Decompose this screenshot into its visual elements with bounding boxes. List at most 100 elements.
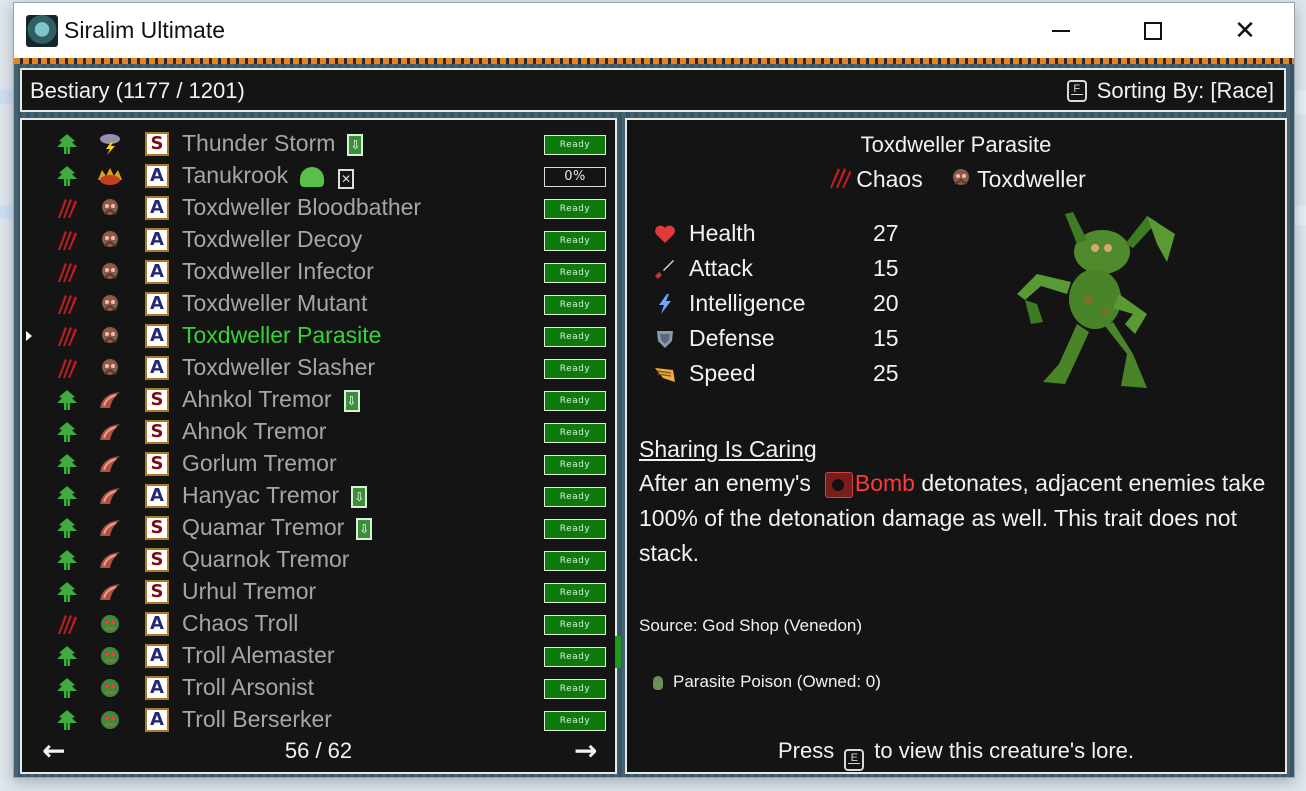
nature-element-icon <box>56 165 78 187</box>
creature-name-label: Troll Berserker <box>182 706 332 733</box>
status-badge: Ready <box>544 615 606 635</box>
race-label: Toxdweller <box>977 166 1086 193</box>
chaos-element-icon <box>56 357 78 379</box>
toxdweller-race-icon <box>96 196 124 220</box>
creature-name-label: Toxdweller Decoy <box>182 226 362 253</box>
creature-name-label: Quarnok Tremor <box>182 546 349 573</box>
nature-element-icon <box>56 709 78 731</box>
tremor-race-icon <box>96 452 124 476</box>
e-key-icon[interactable]: E <box>844 749 865 771</box>
creature-row[interactable]: A Troll Alemaster Ready <box>22 640 615 672</box>
right-arrow-icon[interactable]: → <box>574 734 597 767</box>
status-badge: Ready <box>544 487 606 507</box>
creature-row[interactable]: S Quarnok Tremor Ready <box>22 544 615 576</box>
chaos-element-icon <box>56 261 78 283</box>
bomb-icon <box>824 471 853 498</box>
creature-name-label: Ahnok Tremor <box>182 418 326 445</box>
toxdweller-race-icon <box>96 260 124 284</box>
class-badge-icon: S <box>145 452 169 476</box>
creature-name-text: Toxdweller Slasher <box>182 354 376 380</box>
nature-element-icon <box>56 485 78 507</box>
card-icon <box>347 133 364 156</box>
status-badge: Ready <box>544 647 606 667</box>
nature-element-icon <box>56 581 78 603</box>
creature-row[interactable]: A Hanyac Tremor Ready <box>22 480 615 512</box>
creature-row[interactable]: A Toxdweller Infector Ready <box>22 256 615 288</box>
sort-control[interactable]: F Sorting By: [Race] <box>1066 78 1274 104</box>
creature-row[interactable]: A Troll Berserker Ready <box>22 704 615 736</box>
status-badge: Ready <box>544 327 606 347</box>
stat-label: Speed <box>689 360 756 386</box>
chaos-element-icon <box>56 293 78 315</box>
creature-row[interactable]: A Toxdweller Parasite Ready <box>22 320 615 352</box>
desktop-bg <box>0 205 14 219</box>
class-badge-icon: S <box>145 420 169 444</box>
creature-row[interactable]: S Quamar Tremor Ready <box>22 512 615 544</box>
creature-type-line: Chaos Toxdweller <box>627 166 1285 196</box>
trait-description: After an enemy's Bomb detonates, adjacent… <box>639 466 1279 571</box>
close-button[interactable]: ✕ <box>1199 3 1291 58</box>
app-window: Siralim Ultimate ✕ Bestiary (1177 / 1201… <box>13 2 1295 778</box>
class-badge-icon: A <box>145 292 169 316</box>
lore-press: Press <box>778 738 835 763</box>
nature-element-icon <box>56 421 78 443</box>
element-label: Chaos <box>856 166 923 193</box>
creature-name-label: Chaos Troll <box>182 610 298 637</box>
stat-row: Health 27 <box>653 218 913 250</box>
status-badge: Ready <box>544 583 606 603</box>
item-text: Parasite Poison (Owned: 0) <box>673 672 881 691</box>
tremor-race-icon <box>96 420 124 444</box>
creature-row[interactable]: A Toxdweller Decoy Ready <box>22 224 615 256</box>
title-bar[interactable]: Siralim Ultimate ✕ <box>14 3 1294 58</box>
stat-value: 25 <box>873 360 899 386</box>
creature-row[interactable]: A Toxdweller Mutant Ready <box>22 288 615 320</box>
creature-row[interactable]: A Toxdweller Slasher Ready <box>22 352 615 384</box>
slime-icon <box>300 166 325 187</box>
creature-row[interactable]: A Troll Arsonist Ready <box>22 672 615 704</box>
creature-detail: Toxdweller Parasite Chaos Toxdweller Hea… <box>625 118 1287 774</box>
nature-element-icon <box>56 549 78 571</box>
tremor-race-icon <box>96 516 124 540</box>
toxdweller-race-icon <box>96 324 124 348</box>
creature-name-label: Urhul Tremor <box>182 578 316 605</box>
creature-name-label: Quamar Tremor <box>182 514 373 541</box>
creature-row[interactable]: S Thunder Storm Ready <box>22 128 615 160</box>
stat-row: Attack 15 <box>653 253 913 285</box>
creature-row[interactable]: S Gorlum Tremor Ready <box>22 448 615 480</box>
creature-row[interactable]: A Toxdweller Bloodbather Ready <box>22 192 615 224</box>
creature-row[interactable]: S Ahnkol Tremor Ready <box>22 384 615 416</box>
creature-row[interactable]: A Chaos Troll Ready <box>22 608 615 640</box>
toxdweller-race-icon <box>96 356 124 380</box>
creature-name-text: Tanukrook <box>182 162 289 188</box>
page-indicator: 56 / 62 <box>284 738 353 763</box>
minimize-button[interactable] <box>1015 3 1107 58</box>
creature-name-text: Chaos Troll <box>182 610 299 636</box>
stat-value: 15 <box>873 325 899 351</box>
toxdweller-race-icon <box>96 292 124 316</box>
creature-name-label: Troll Arsonist <box>182 674 314 701</box>
chaos-element-icon <box>56 613 78 635</box>
stat-row: Defense 15 <box>653 323 913 355</box>
class-badge-icon: S <box>145 548 169 572</box>
class-badge-icon: S <box>145 132 169 156</box>
creature-row[interactable]: A Tanukrook ✕ 0% <box>22 160 615 192</box>
status-badge: Ready <box>544 551 606 571</box>
pager: ← 56 / 62 → <box>22 734 615 770</box>
stat-value: 20 <box>873 290 899 316</box>
creature-row[interactable]: S Ahnok Tremor Ready <box>22 416 615 448</box>
class-badge-icon: A <box>145 196 169 220</box>
creature-name-label: Ahnkol Tremor <box>182 386 360 413</box>
maximize-button[interactable] <box>1107 3 1199 58</box>
class-badge-icon: A <box>145 644 169 668</box>
status-badge: Ready <box>544 199 606 219</box>
tremor-race-icon <box>96 484 124 508</box>
status-badge: Ready <box>544 263 606 283</box>
heart-icon <box>653 222 677 246</box>
class-badge-icon: A <box>145 260 169 284</box>
lore-hint: Press Eto view this creature's lore. <box>627 738 1285 771</box>
status-badge: Ready <box>544 359 606 379</box>
troll-race-icon <box>96 644 124 668</box>
creature-name-label: Toxdweller Bloodbather <box>182 194 421 221</box>
wing-icon <box>653 362 677 386</box>
creature-row[interactable]: S Urhul Tremor Ready <box>22 576 615 608</box>
